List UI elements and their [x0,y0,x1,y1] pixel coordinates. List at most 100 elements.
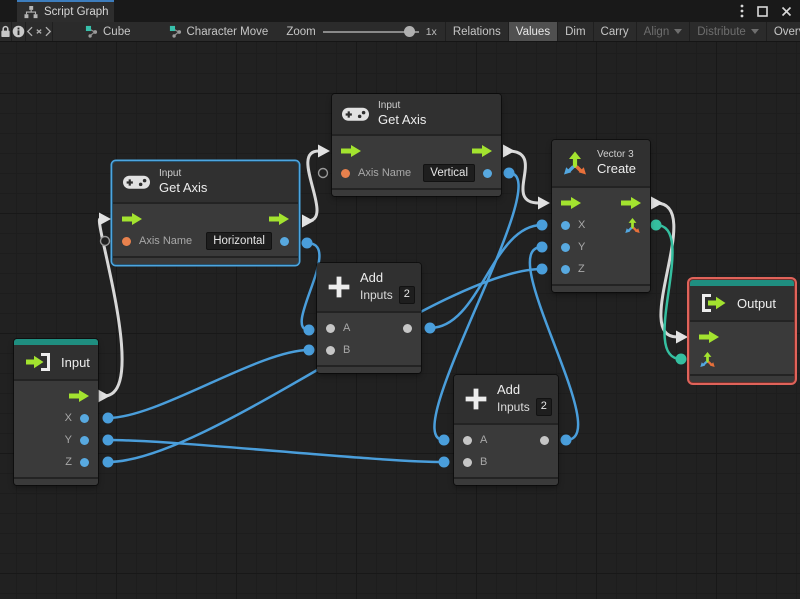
relations-button[interactable]: Relations [444,22,508,41]
node-footer [317,365,421,373]
axis-name-field[interactable]: Horizontal [206,232,272,250]
dim-button[interactable]: Dim [557,22,592,41]
carry-button[interactable]: Carry [592,22,636,41]
unconnected-port-indicator [99,235,111,247]
node-subtitle: Input [159,167,182,179]
script-graph-icon [169,25,182,38]
node-title: Add [497,382,521,397]
sum-out-port[interactable] [540,435,549,445]
breadcrumb-label: Character Move [186,25,269,38]
vector3-icon [562,150,588,176]
angle-x-icon [26,26,52,37]
axis-name-port[interactable] [122,236,131,246]
node-output[interactable]: Output [690,280,794,382]
unconnected-port-indicator [317,167,329,179]
flow-in-port[interactable] [561,197,581,209]
flow-out-port[interactable] [472,145,492,157]
graph-canvas[interactable]: Input Get Axis Axis Name Vertical Input … [0,42,800,599]
node-get-axis-vertical[interactable]: Input Get Axis Axis Name Vertical [332,94,501,196]
flow-in-port[interactable] [699,331,719,343]
zoom-control: Zoom 1x [286,22,437,41]
breadcrumb-character-move[interactable]: Character Move [161,22,277,41]
z-out-port[interactable] [80,457,89,467]
flow-out-port[interactable] [269,213,289,225]
values-button[interactable]: Values [507,22,558,41]
info-button[interactable] [12,22,26,41]
node-subtitle: Input [378,99,401,111]
node-footer [332,188,501,196]
variables-toggle-button[interactable] [26,22,53,41]
node-footer [454,477,558,485]
axis-name-port[interactable] [341,168,350,178]
param-label: Axis Name [139,235,193,247]
wire-flow-getaxis-horizontal-to-vertical[interactable] [306,149,320,223]
node-add-1[interactable]: Add Inputs 2 A B [317,263,421,373]
close-icon[interactable] [781,6,792,17]
y-out-port[interactable] [80,435,89,445]
vector3-in-port[interactable] [699,351,716,368]
node-title: Get Axis [159,180,208,196]
tab-title: Script Graph [44,6,109,18]
flow-out-port[interactable] [621,197,641,209]
inputs-count-field[interactable]: 2 [535,398,552,416]
z-port[interactable] [561,264,570,274]
flow-arrowhead [318,144,330,158]
inputs-label: Inputs [360,287,393,302]
zoom-slider-handle[interactable] [403,26,415,37]
node-footer [113,256,298,264]
node-subtitle: Vector 3 [597,148,634,160]
distribute-dropdown[interactable]: Distribute [689,22,766,41]
output-event-icon [700,294,728,312]
node-get-axis-horizontal[interactable]: Input Get Axis Axis Name Horizontal [113,162,298,264]
zoom-value: 1x [425,25,437,38]
gamepad-icon [123,174,150,190]
input-a-port[interactable] [463,435,472,445]
node-footer [14,477,98,485]
flow-in-port[interactable] [341,145,361,157]
info-icon [12,25,25,38]
x-out-port[interactable] [80,413,89,423]
result-port[interactable] [280,236,289,246]
align-dropdown[interactable]: Align [635,22,690,41]
maximize-icon[interactable] [757,5,768,17]
flow-arrowhead [676,330,688,344]
result-port[interactable] [483,168,492,178]
script-graph-icon [85,25,98,38]
zoom-label: Zoom [286,25,316,38]
lock-icon [0,25,11,38]
plus-icon [464,387,488,411]
chevron-down-icon [750,29,759,34]
input-b-port[interactable] [463,457,472,467]
overview-button[interactable]: Overv [765,22,800,41]
graph-toolbar: Cube Character Move Zoom 1x Relations Va… [0,22,800,42]
inputs-count-field[interactable]: 2 [398,286,415,304]
menu-kebab-icon[interactable] [740,4,744,18]
node-title: Output [737,295,777,311]
node-title: Get Axis [378,112,427,128]
input-a-port[interactable] [326,323,335,333]
flow-arrowhead [98,389,110,403]
node-input[interactable]: Input X Y Z [14,339,98,485]
node-add-2[interactable]: Add Inputs 2 A B [454,375,558,485]
x-port[interactable] [561,220,570,230]
tab-bar: Script Graph [0,0,800,22]
wire-input-x-to-add1-b[interactable] [107,348,310,420]
flow-arrowhead [651,196,663,210]
vector3-out-port[interactable] [624,217,641,234]
breadcrumb-label: Cube [103,25,131,38]
node-vector3-create[interactable]: Vector 3 Create X Y Z [552,140,650,292]
node-title: Input [61,354,90,370]
lock-button[interactable] [0,22,12,41]
zoom-slider[interactable] [322,26,419,37]
axis-name-field[interactable]: Vertical [423,164,475,182]
sum-out-port[interactable] [403,323,412,333]
y-port[interactable] [561,242,570,252]
flow-out-port[interactable] [69,390,89,402]
tab-script-graph[interactable]: Script Graph [17,0,114,22]
wire-add1-sum-to-vector3-x[interactable] [429,223,543,330]
node-title: Create [597,161,637,177]
breadcrumb-cube[interactable]: Cube [77,22,139,41]
input-b-port[interactable] [326,345,335,355]
flow-in-port[interactable] [122,213,142,225]
flow-arrowhead [503,144,515,158]
